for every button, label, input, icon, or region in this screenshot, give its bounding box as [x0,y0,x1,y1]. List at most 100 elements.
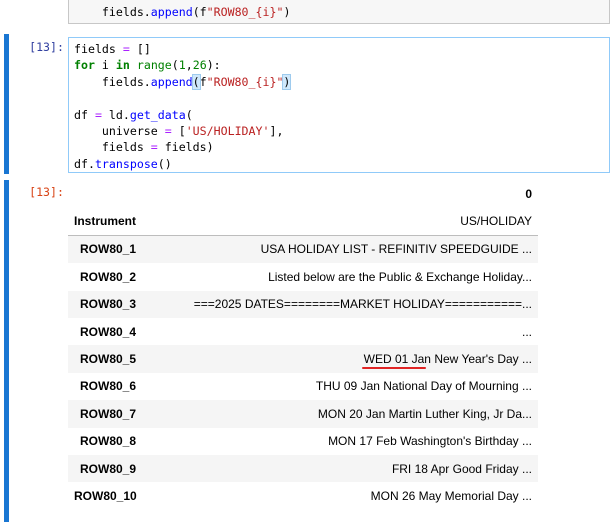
table-row: ROW80_8 MON 17 Feb Washington's Birthday … [68,428,538,455]
code-token: "ROW80_{i}" [206,74,284,89]
row-value-text: WED 01 Jan New Year's Day ... [363,352,532,367]
code-token: 1 [178,58,186,73]
code-token: = [122,42,130,56]
code-token: = [150,140,158,155]
code-token: f [199,74,207,89]
row-value: USA HOLIDAY LIST - REFINITIV SPEEDGUIDE … [143,235,538,263]
code-token: "ROW80_{i}" [206,5,284,19]
row-label: ROW80_9 [80,461,137,476]
code-token: fields. [101,5,151,19]
row-value: Listed below are the Public & Exchange H… [143,263,538,290]
row-value-text: FRI 18 Apr Good Friday ... [391,461,532,476]
table-row: ROW80_10 MON 26 May Memorial Day ... [68,482,538,509]
code-token: , [185,58,193,73]
table-row: ROW80_9 FRI 18 Apr Good Friday ... [68,454,538,483]
row-label: ROW80_4 [80,324,137,339]
column-header: 0 [525,186,532,201]
table-row: ROW80_2 Listed below are the Public & Exc… [68,263,538,290]
row-value: FRI 18 Apr Good Friday ... [143,455,538,482]
cell-selection-bar [4,180,9,522]
code-line-6: universe = ['US/HOLIDAY'], [69,123,609,139]
code-token: 'US/HOLIDAY' [185,123,270,138]
row-value-text: ===2025 DATES========MARKET HOLIDAY=====… [193,297,532,312]
row-value: MON 20 Jan Martin Luther King, Jr Da... [143,400,538,427]
code-token: ], [269,123,284,138]
code-token: 26 [192,58,207,73]
table-row: ROW80_3 ===2025 DATES========MARKET HOLID… [68,290,538,318]
row-value: ... [143,318,538,345]
code-token: (f [192,5,207,19]
dataframe-output: 0 Instrument US/HOLIDAY ROW80_1 USA HOLID… [68,180,538,510]
column-header-row: 0 [68,180,538,207]
code-token: ( [185,107,193,122]
index-value: US/HOLIDAY [460,214,532,229]
row-label: ROW80_8 [80,434,137,449]
header-blank [68,180,143,207]
code-token: ( [171,58,179,73]
code-line-3: fields.append(f"ROW80_{i}") [69,73,609,90]
code-token: append [150,5,193,19]
code-editor[interactable]: fields = [] for i in range(1,26): fields… [68,37,610,173]
row-label: ROW80_1 [80,242,137,257]
code-token: [ [171,123,186,138]
code-token: range [136,58,172,73]
matched-bracket: ( [191,73,201,90]
row-label: ROW80_5 [80,352,137,367]
code-token: = [164,123,172,138]
row-value-text: USA HOLIDAY LIST - REFINITIV SPEEDGUIDE … [260,242,532,257]
code-token: i [94,58,116,73]
code-token: get_data [129,107,186,122]
previous-code-cell[interactable]: fields.append(f"ROW80_{i}") [0,0,611,26]
row-value: MON 26 May Memorial Day ... [143,482,538,509]
row-value-text: THU 09 Jan National Day of Mourning ... [315,379,532,394]
previous-code-editor[interactable]: fields.append(f"ROW80_{i}") [68,0,610,24]
code-token: fields [74,42,123,56]
code-token: [] [129,42,151,56]
code-token: () [157,156,172,171]
code-token: fields) [157,140,214,155]
code-line-1: fields = [] [69,41,609,57]
code-token: append [150,74,193,89]
previous-code-line: fields.append(f"ROW80_{i}") [69,4,609,20]
table-row: ROW80_1 USA HOLIDAY LIST - REFINITIV SPEE… [68,235,538,264]
table-row: ROW80_4... [68,318,538,345]
row-value-text: Listed below are the Public & Exchange H… [268,269,532,284]
row-label: ROW80_10 [74,488,137,503]
code-token: df. [74,156,95,171]
code-token: ld. [101,107,130,122]
table-row: ROW80_7 MON 20 Jan Martin Luther King, Jr… [68,400,538,428]
code-token: universe [74,123,165,138]
index-row: Instrument US/HOLIDAY [68,207,538,236]
code-line-8: df.transpose() [69,156,609,172]
row-value-text: MON 20 Jan Martin Luther King, Jr Da... [317,406,532,421]
dataframe-table: 0 Instrument US/HOLIDAY ROW80_1 USA HOLID… [68,180,538,510]
row-value: THU 09 Jan National Day of Mourning ... [143,373,538,400]
red-underline-annotation [361,367,426,370]
row-value-text: MON 17 Feb Washington's Birthday ... [328,434,532,449]
code-token: ): [206,58,221,73]
output-prompt: [13]: [29,185,64,199]
input-prompt: [13]: [29,40,64,54]
code-line-2: for i in range(1,26): [69,57,609,73]
code-line-5: df = ld.get_data( [69,107,609,123]
code-token: transpose [94,156,158,171]
code-token: fields. [74,74,151,89]
code-cell[interactable]: [13]: fields = [] for i in range(1,26): … [0,34,611,174]
row-value: ===2025 DATES========MARKET HOLIDAY=====… [143,291,538,318]
row-value-text: MON 26 May Memorial Day ... [370,488,532,503]
code-token: for [74,58,95,73]
index-name: Instrument [74,214,137,229]
row-label: ROW80_6 [80,379,137,394]
row-label: ROW80_2 [80,269,137,284]
row-label: ROW80_7 [80,406,137,421]
row-value: MON 17 Feb Washington's Birthday ... [143,428,538,455]
code-token: = [94,107,102,122]
table-row: ROW80_5 WED 01 Jan New Year's Day ... [68,345,538,373]
output-cell[interactable]: [13]: 0 Instrument US/HOLIDAY ROW80_1 USA… [0,180,611,522]
cell-selection-bar [4,34,9,174]
code-token: df [74,107,95,122]
row-value: WED 01 Jan New Year's Day ... [143,345,538,372]
